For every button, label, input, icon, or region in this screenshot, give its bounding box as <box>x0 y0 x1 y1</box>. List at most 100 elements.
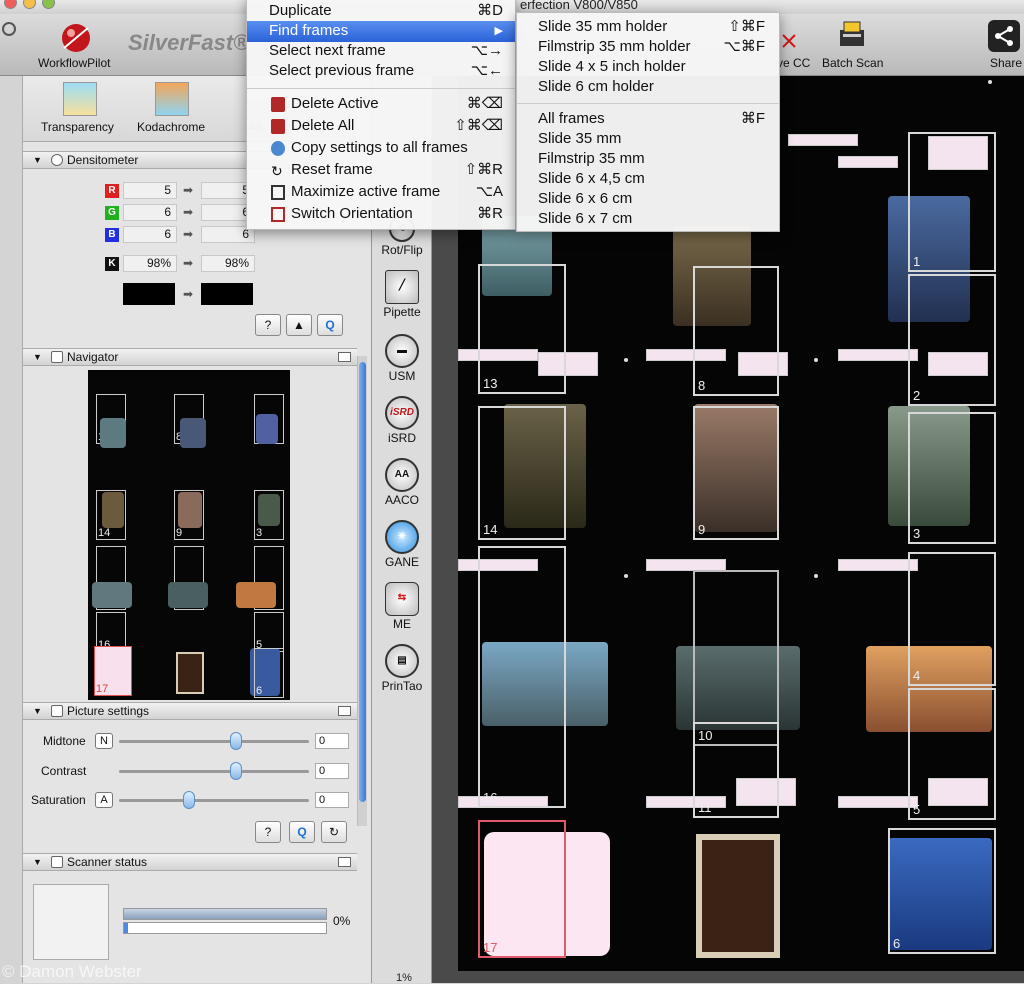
nav-frame[interactable]: 6 <box>254 648 284 698</box>
collapse-triangle-icon[interactable]: ▼ <box>33 703 42 720</box>
menu-item-maximize-active-frame[interactable]: Maximize active frame ⌥A <box>247 182 515 203</box>
midtone-slider[interactable] <box>119 740 309 743</box>
contrast-value[interactable]: 0 <box>315 763 349 779</box>
picture-settings-header[interactable]: ▼ Picture settings <box>23 702 357 720</box>
submenu-item-slide-6cm-holder[interactable]: Slide 6 cm holder <box>517 77 779 98</box>
arrow-right-icon: ➡ <box>183 256 194 270</box>
menu-item-delete-all[interactable]: Delete All ⇧⌘⌫ <box>247 116 515 137</box>
submenu-item-slide-35mm[interactable]: Slide 35 mm <box>517 129 779 150</box>
preview-frame[interactable]: 8 <box>693 266 779 396</box>
qmedia-button[interactable]: Q <box>317 314 343 336</box>
source-kodachrome-button[interactable]: Kodachrome <box>137 120 205 134</box>
switch-orientation-icon <box>271 207 285 222</box>
menu-item-delete-active[interactable]: Delete Active ⌘⌫ <box>247 94 515 115</box>
nav-frame[interactable]: 17 <box>94 646 132 696</box>
zoom-window-button[interactable] <box>42 0 55 9</box>
contrast-slider-knob[interactable] <box>230 762 242 780</box>
holder-tab <box>838 796 918 808</box>
preview-frame[interactable]: 14 <box>478 406 566 540</box>
find-frames-submenu: Slide 35 mm holder ⇧⌘F Filmstrip 35 mm ho… <box>516 12 780 232</box>
preview-frame[interactable]: 2 <box>908 274 996 406</box>
preview-frame[interactable]: 9 <box>693 406 779 540</box>
submenu-item-slide-4x5-holder[interactable]: Slide 4 x 5 inch holder <box>517 57 779 78</box>
source-transparency-button[interactable]: Transparency <box>41 120 114 134</box>
submenu-item-slide-35mm-holder[interactable]: Slide 35 mm holder ⇧⌘F <box>517 17 779 38</box>
midtone-value[interactable]: 0 <box>315 733 349 749</box>
menu-separator <box>247 88 515 89</box>
minimize-window-button[interactable] <box>23 0 36 9</box>
preview-frame[interactable]: 10 <box>693 570 779 746</box>
preview-frame[interactable]: 13 <box>478 264 566 394</box>
toolbar-options-icon[interactable] <box>2 22 16 36</box>
scanner-status-title: Scanner status <box>67 855 148 869</box>
refresh-icon: ↻ <box>328 825 340 839</box>
preview-frame[interactable]: 3 <box>908 412 996 544</box>
workflowpilot-button[interactable] <box>56 20 96 54</box>
menu-item-select-previous-frame[interactable]: Select previous frame ⌥← <box>247 61 515 82</box>
printao-tool[interactable]: ▤ PrinTao <box>372 644 432 693</box>
undock-icon[interactable] <box>338 857 351 867</box>
navigator-preview[interactable]: 13 8 1 14 9 3 15 10 4 16 5 17 6 <box>88 370 290 700</box>
expert-button[interactable]: ▲ <box>286 314 312 336</box>
color-before-swatch <box>123 283 175 305</box>
submenu-item-filmstrip-35mm[interactable]: Filmstrip 35 mm <box>517 149 779 170</box>
usm-tool[interactable]: ▬ USM <box>372 334 432 383</box>
scanner-status-header[interactable]: ▼ Scanner status <box>23 853 357 871</box>
silverfast-logo: SilverFast® <box>128 30 250 55</box>
green-channel-icon: G <box>105 206 119 220</box>
saturation-slider[interactable] <box>119 799 309 802</box>
scrollbar[interactable] <box>357 356 367 826</box>
collapse-triangle-icon[interactable]: ▼ <box>33 854 42 871</box>
scrollbar-thumb[interactable] <box>359 362 366 802</box>
contrast-slider[interactable] <box>119 770 309 773</box>
saturation-key-button[interactable]: A <box>95 792 113 808</box>
menu-item-reset-frame[interactable]: ↻ Reset frame ⇧⌘R <box>247 160 515 181</box>
reset-icon: ↻ <box>271 163 283 179</box>
submenu-item-slide-6x7[interactable]: Slide 6 x 7 cm <box>517 209 779 230</box>
graduation-cap-icon: ▲ <box>293 318 305 332</box>
preview-frame[interactable]: 11 <box>693 722 779 818</box>
collapse-triangle-icon[interactable]: ▼ <box>33 152 42 169</box>
preview-frame[interactable]: 6 <box>888 828 996 954</box>
submenu-item-filmstrip-35mm-holder[interactable]: Filmstrip 35 mm holder ⌥⌘F <box>517 37 779 58</box>
help-button[interactable]: ? <box>255 314 281 336</box>
submenu-item-slide-6x6[interactable]: Slide 6 x 6 cm <box>517 189 779 210</box>
saturation-value[interactable]: 0 <box>315 792 349 808</box>
saturation-slider-knob[interactable] <box>182 791 195 809</box>
preview-frame[interactable]: 1 <box>908 132 996 272</box>
midtone-key-button[interactable]: N <box>95 733 113 749</box>
save-cc-button[interactable]: ve CC <box>777 56 810 70</box>
copy-settings-icon <box>271 141 285 156</box>
preview-frame[interactable]: 16 <box>478 546 566 808</box>
holder-tab <box>788 134 858 146</box>
preview-frame-active[interactable]: 17 <box>478 820 566 958</box>
qmedia-button[interactable]: Q <box>289 821 315 843</box>
menu-item-find-frames[interactable]: Find frames ▶ <box>247 21 515 42</box>
collapse-triangle-icon[interactable]: ▼ <box>33 349 42 366</box>
close-window-button[interactable] <box>4 0 17 9</box>
menu-item-copy-settings[interactable]: Copy settings to all frames <box>247 138 515 159</box>
gane-tool[interactable]: ✳ GANE <box>372 520 432 569</box>
holder-dot <box>814 358 818 362</box>
menu-item-switch-orientation[interactable]: Switch Orientation ⌘R <box>247 204 515 225</box>
navigator-header[interactable]: ▼ Navigator <box>23 348 357 366</box>
submenu-item-all-frames[interactable]: All frames ⌘F <box>517 109 779 130</box>
isrd-tool[interactable]: iSRD iSRD <box>372 396 432 445</box>
pipette-tool[interactable]: ╱ Pipette <box>372 270 432 319</box>
aaco-tool[interactable]: AA AACO <box>372 458 432 507</box>
nav-frame[interactable]: 5 <box>254 612 284 652</box>
undock-icon[interactable] <box>338 352 351 362</box>
share-button[interactable]: Share <box>990 56 1022 70</box>
undock-icon[interactable] <box>338 706 351 716</box>
menu-item-select-next-frame[interactable]: Select next frame ⌥→ <box>247 41 515 62</box>
preview-frame[interactable]: 5 <box>908 688 996 820</box>
menu-item-duplicate[interactable]: Duplicate ⌘D <box>247 1 515 22</box>
photo-credit-watermark: © Damon Webster <box>2 962 142 981</box>
reset-button[interactable]: ↻ <box>321 821 347 843</box>
preview-frame[interactable]: 4 <box>908 552 996 686</box>
me-tool[interactable]: ⇆ ME <box>372 582 432 631</box>
help-button[interactable]: ? <box>255 821 281 843</box>
submenu-item-slide-6x45[interactable]: Slide 6 x 4,5 cm <box>517 169 779 190</box>
batch-scan-button[interactable]: Batch Scan <box>822 56 883 70</box>
midtone-slider-knob[interactable] <box>230 732 242 750</box>
